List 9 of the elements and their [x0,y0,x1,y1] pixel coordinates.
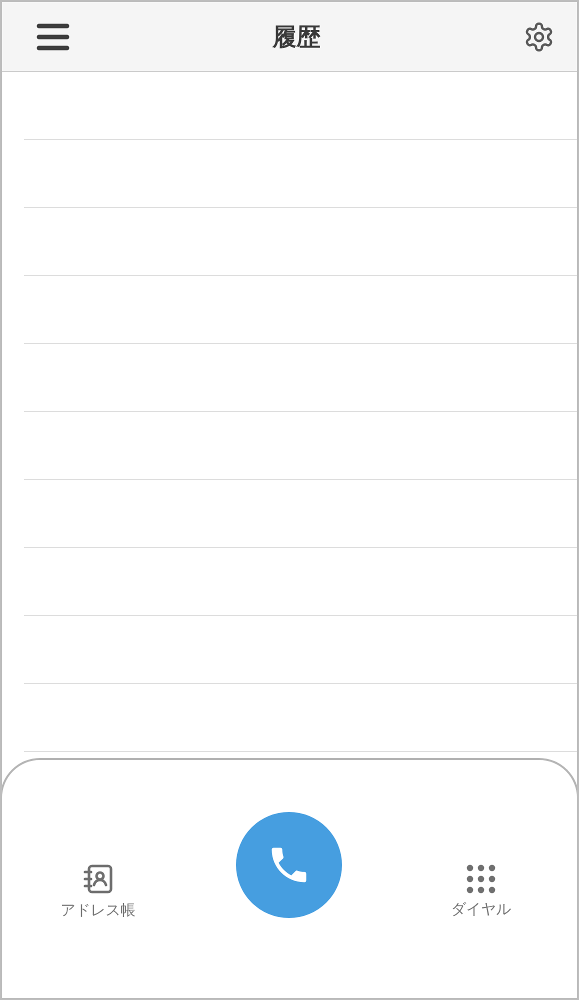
contacts-book-icon [82,862,114,894]
menu-button[interactable] [36,22,70,52]
contacts-tab[interactable]: アドレス帳 [52,858,144,924]
dialpad-icon [466,864,496,894]
menu-icon [36,22,70,52]
page-title: 履歴 [272,22,320,52]
dial-tab[interactable]: ダイヤル [443,860,520,922]
settings-icon [523,20,555,52]
settings-button[interactable] [523,20,555,52]
